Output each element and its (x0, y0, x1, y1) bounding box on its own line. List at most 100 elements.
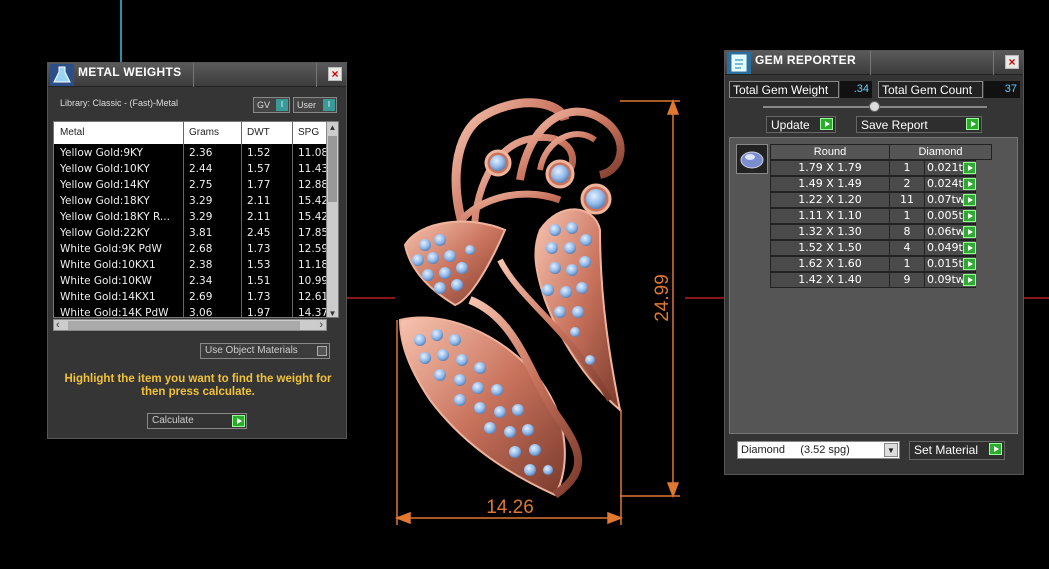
metal-cell: Yellow Gold:22KY (60, 227, 150, 239)
gv-toggle[interactable]: GV I (253, 97, 290, 113)
gem-count-cell-text: 1 (903, 161, 911, 174)
table-row[interactable]: Yellow Gold:22KY 3.81 2.45 17.85 (54, 225, 328, 241)
table-row[interactable]: Yellow Gold:18KY R... 3.29 2.11 15.42 (54, 209, 328, 225)
play-arrow-icon[interactable] (966, 118, 979, 130)
metal-weights-titlebar[interactable]: METAL WEIGHTS × (48, 63, 346, 87)
gem-size-cell-text: 1.52 X 1.50 (798, 241, 862, 254)
checkbox-icon[interactable] (317, 346, 327, 356)
metal-weights-table[interactable]: Metal Grams DWT SPG Yellow Gold:9KY 2.36 1… (53, 121, 339, 318)
table-row[interactable]: Yellow Gold:14KY 2.75 1.77 12.88 (54, 177, 328, 193)
grams-cell: 2.36 (189, 147, 213, 159)
column-header-spg[interactable]: SPG (298, 127, 319, 138)
scroll-down-icon[interactable]: ▼ (327, 309, 338, 317)
dwt-cell: 1.97 (247, 307, 271, 318)
gem-list[interactable]: Round Diamond 1.79 X 1.79 1 0.021tw 1.49 X … (729, 137, 1018, 434)
scroll-up-icon[interactable]: ▲ (327, 123, 338, 132)
table-row[interactable]: Yellow Gold:10KY 2.44 1.57 11.43 (54, 161, 328, 177)
grams-cell: 2.44 (189, 163, 213, 175)
toggle-indicator-icon: I (323, 99, 335, 111)
gem-size-cell-text: 1.11 X 1.10 (798, 209, 862, 222)
toggle-indicator-icon: I (276, 99, 288, 111)
play-arrow-icon[interactable] (963, 274, 976, 286)
spg-cell: 15.42 (298, 195, 328, 207)
gem-size-cell-text: 1.62 X 1.60 (798, 257, 862, 270)
close-icon[interactable]: × (1005, 55, 1019, 69)
play-arrow-icon[interactable] (963, 258, 976, 270)
metal-cell: White Gold:14KX1 (60, 291, 156, 303)
gv-toggle-label: GV (257, 100, 271, 110)
dwt-cell: 1.73 (247, 291, 271, 303)
total-gem-count-value: 37 (984, 81, 1020, 98)
metal-cell: White Gold:14K PdW (60, 307, 169, 318)
titlebar-divider (993, 51, 994, 75)
table-row[interactable]: White Gold:10KW 2.34 1.51 10.99 (54, 273, 328, 289)
table-row[interactable]: Yellow Gold:9KY 2.36 1.52 11.08 (54, 145, 328, 161)
titlebar-divider (193, 63, 194, 87)
close-icon[interactable]: × (328, 67, 342, 81)
column-header-dwt[interactable]: DWT (247, 127, 270, 138)
play-arrow-icon[interactable] (989, 443, 1002, 455)
gem-count-cell: 4 (889, 240, 925, 256)
table-row[interactable]: White Gold:14K PdW 3.06 1.97 14.37 (54, 305, 328, 318)
total-gem-weight-value: .34 (840, 81, 872, 98)
gem-reporter-titlebar[interactable]: GEM REPORTER × (725, 51, 1023, 75)
save-report-button[interactable]: Save Report (856, 116, 982, 133)
spg-cell: 12.61 (298, 291, 328, 303)
user-toggle[interactable]: User I (293, 97, 337, 113)
calculate-button[interactable]: Calculate (147, 413, 247, 429)
play-arrow-icon[interactable] (963, 178, 976, 190)
table-row[interactable]: White Gold:14KX1 2.69 1.73 12.61 (54, 289, 328, 305)
dwt-cell: 1.53 (247, 259, 271, 271)
dwt-cell: 1.51 (247, 275, 271, 287)
grams-cell: 2.68 (189, 243, 213, 255)
play-arrow-icon[interactable] (232, 415, 245, 427)
update-button[interactable]: Update (766, 116, 836, 133)
spg-cell: 11.18 (298, 259, 328, 271)
gem-count-cell-text: 1 (903, 257, 911, 270)
gem-size-cell-text: 1.42 X 1.40 (798, 273, 862, 286)
table-row[interactable]: White Gold:9K PdW 2.68 1.73 12.59 (54, 241, 328, 257)
use-object-materials-checkbox[interactable]: Use Object Materials (200, 343, 330, 359)
gem-weight-cell: 0.07tw (924, 192, 976, 208)
gem-count-cell-text: 8 (903, 225, 911, 238)
play-arrow-icon[interactable] (963, 226, 976, 238)
horizontal-scrollbar[interactable]: ‹ › (53, 319, 327, 331)
table-header: Metal Grams DWT SPG (54, 122, 328, 144)
use-object-materials-label: Use Object Materials (205, 345, 298, 356)
dimension-height-label: 24.99 (652, 274, 673, 322)
library-label: Library: Classic - (Fast)-Metal (60, 98, 179, 108)
gem-weight-cell-text: 0.09tw (927, 273, 965, 286)
gem-weight-cell: 0.09tw (924, 272, 976, 288)
play-arrow-icon[interactable] (963, 242, 976, 254)
gem-size-cell: 1.62 X 1.60 (770, 256, 890, 272)
grams-cell: 2.34 (189, 275, 213, 287)
gem-count-cell: 9 (889, 272, 925, 288)
play-arrow-icon[interactable] (963, 210, 976, 222)
chevron-down-icon[interactable]: ▼ (884, 443, 898, 457)
material-select[interactable]: Diamond (3.52 spg) ▼ (737, 441, 900, 459)
header-material: Diamond (889, 144, 992, 160)
scrollbar-thumb[interactable] (68, 321, 300, 330)
vertical-scrollbar[interactable]: ▲ ▼ (326, 122, 338, 317)
slider-knob[interactable] (869, 101, 880, 112)
play-arrow-icon[interactable] (963, 194, 976, 206)
scroll-right-icon[interactable]: › (319, 319, 323, 331)
pendant-model (398, 98, 625, 499)
play-arrow-icon[interactable] (820, 118, 833, 130)
flask-icon (50, 64, 74, 86)
gem-count-cell: 1 (889, 160, 925, 176)
metal-cell: Yellow Gold:18KY R... (60, 211, 170, 223)
scrollbar-thumb[interactable] (328, 136, 337, 202)
size-slider[interactable] (763, 101, 987, 112)
spg-cell: 11.08 (298, 147, 328, 159)
table-row[interactable]: White Gold:10KX1 2.38 1.53 11.18 (54, 257, 328, 273)
set-material-button[interactable]: Set Material (909, 441, 1005, 460)
gem-count-cell: 1 (889, 208, 925, 224)
play-arrow-icon[interactable] (963, 162, 976, 174)
column-header-metal[interactable]: Metal (60, 127, 84, 138)
scroll-left-icon[interactable]: ‹ (56, 319, 60, 331)
gem-weight-cell: 0.024tw (924, 176, 976, 192)
table-row[interactable]: Yellow Gold:18KY 3.29 2.11 15.42 (54, 193, 328, 209)
column-header-grams[interactable]: Grams (189, 127, 219, 138)
dwt-cell: 2.11 (247, 195, 271, 207)
